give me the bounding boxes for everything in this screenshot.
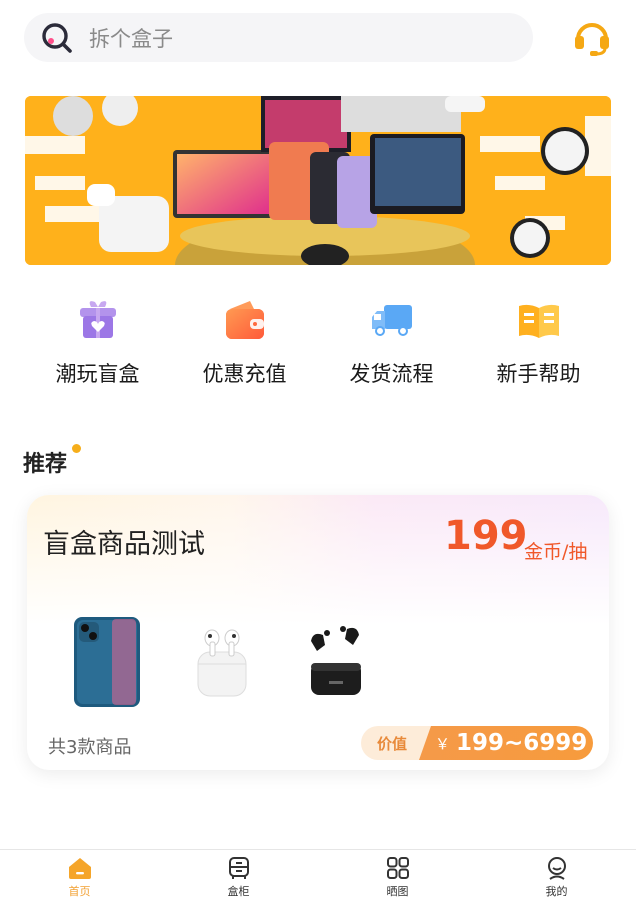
product-image-airpods [187,612,257,712]
book-icon [515,296,563,344]
tab-showcase[interactable]: 晒图 [318,850,477,899]
quick-nav-label: 发货流程 [349,362,434,386]
quick-nav-item-blind-box[interactable]: 潮玩盲盒 [24,296,171,396]
truck-icon [368,296,416,344]
section-title: 推荐 [23,452,68,477]
product-image-iphone [67,612,147,712]
product-image-earbuds [295,612,375,712]
bottom-tab-bar: 首页 盒柜 晒图 我的 [0,849,636,899]
card-title: 盲盒商品测试 [43,529,205,560]
value-label: 价值 [361,726,431,760]
tab-label: 我的 [545,885,568,898]
blind-box-card[interactable]: 盲盒商品测试 199 金币/抽 共3款商品 价值 ￥ 199~6999 [27,495,609,770]
tab-cabinet[interactable]: 盒柜 [159,850,318,899]
quick-nav-label: 潮玩盲盒 [55,362,140,386]
section-dot [72,444,81,453]
card-price: 199 [444,513,528,559]
search-icon [40,21,74,55]
quick-nav-label: 新手帮助 [496,362,581,386]
quick-nav: 潮玩盲盒 优惠充值 发货流程 新手帮助 [24,296,612,396]
profile-icon [544,855,570,881]
card-price-unit: 金币/抽 [524,541,588,563]
tab-home[interactable]: 首页 [0,850,159,899]
value-range: 199~6999 [456,730,588,756]
tab-label: 盒柜 [227,885,250,898]
tab-label: 首页 [68,885,91,898]
product-count: 共3款商品 [48,737,132,758]
search-input[interactable]: 拆个盒子 [89,23,173,53]
quick-nav-item-recharge[interactable]: 优惠充值 [171,296,318,396]
tab-profile[interactable]: 我的 [477,850,636,899]
currency-symbol: ￥ [435,734,451,753]
quick-nav-item-shipping[interactable]: 发货流程 [318,296,465,396]
customer-service-icon[interactable] [572,17,612,57]
search-bar[interactable]: 拆个盒子 [24,13,533,62]
quick-nav-item-help[interactable]: 新手帮助 [465,296,612,396]
gift-box-icon [74,296,122,344]
wallet-icon [221,296,269,344]
quick-nav-label: 优惠充值 [202,362,287,386]
grid-icon [385,855,411,881]
cabinet-icon [226,855,252,881]
promo-banner[interactable] [25,96,611,265]
tab-label: 晒图 [386,885,409,898]
value-tag: 价值 ￥ 199~6999 [361,726,593,760]
home-icon [67,855,93,881]
value-range-box: ￥ 199~6999 [419,726,593,760]
